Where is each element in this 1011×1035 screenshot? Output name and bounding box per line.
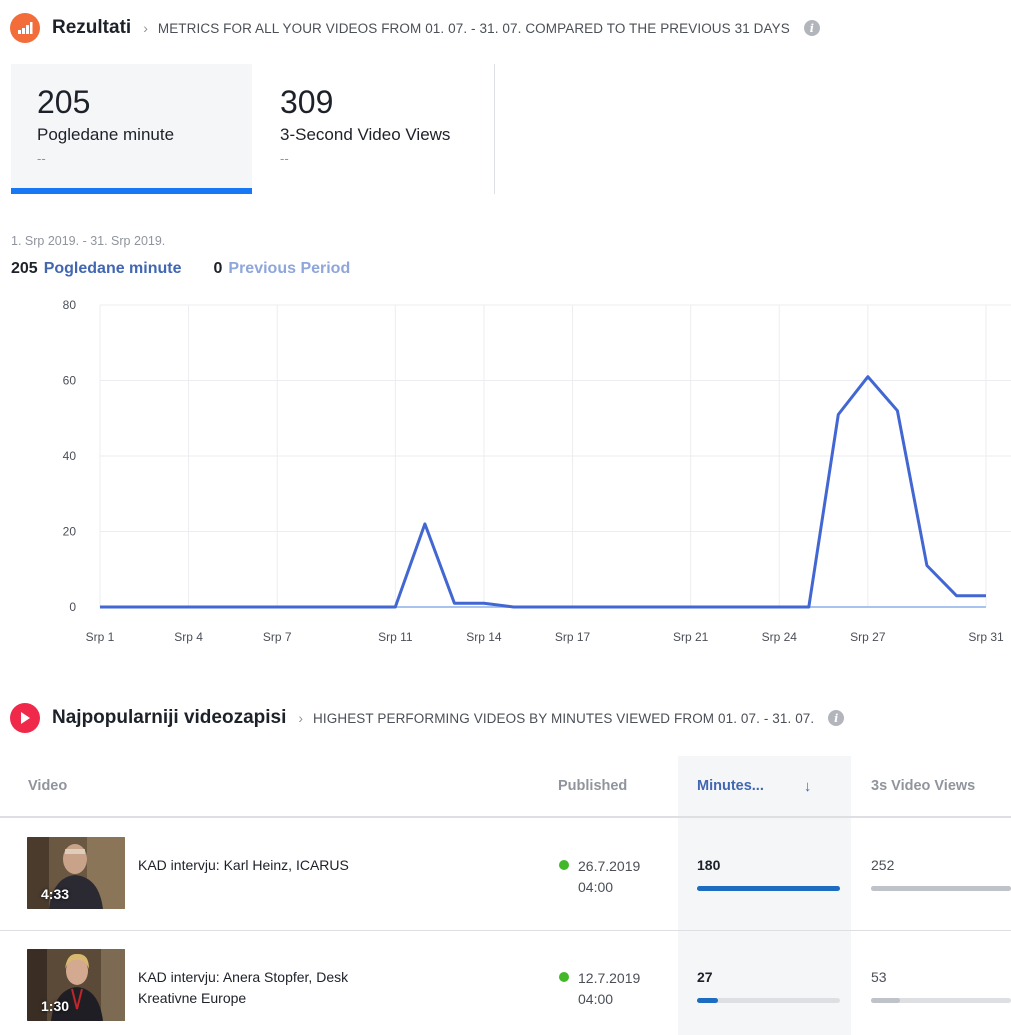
x-tick-label: Srp 17 (555, 630, 591, 644)
x-tick-label: Srp 27 (850, 630, 886, 644)
x-tick-label: Srp 24 (762, 630, 798, 644)
arrow-down-icon: ↓ (803, 777, 812, 795)
y-tick-label: 40 (63, 449, 77, 463)
legend-previous-total: 0 (213, 260, 223, 277)
col-header-views[interactable]: 3s Video Views (871, 756, 975, 816)
views-value: 252 (871, 857, 895, 873)
metric-value: 205 (37, 84, 91, 120)
legend-current-total: 205 (11, 260, 38, 277)
published-date: 26.7.2019 04:00 (559, 856, 640, 898)
video-title[interactable]: KAD intervju: Karl Heinz, ICARUS (138, 855, 398, 876)
info-icon[interactable]: i (803, 20, 820, 36)
chevron-right-icon: › (143, 20, 148, 36)
table-row[interactable]: 1:30 KAD intervju: Anera Stopfer, Desk K… (0, 931, 1011, 1035)
videos-header: Najpopularniji videozapisi › HIGHEST PER… (10, 701, 845, 735)
views-bar (871, 886, 1011, 891)
x-tick-label: Srp 14 (466, 630, 502, 644)
chart-legend: 205 Pogledane minute 0 Previous Period (11, 260, 350, 278)
results-header: Rezultati › METRICS FOR ALL YOUR VIDEOS … (10, 11, 820, 45)
y-tick-label: 80 (63, 298, 77, 312)
views-bar-fill (871, 998, 901, 1003)
views-value: 53 (871, 969, 887, 985)
minutes-bar (697, 998, 840, 1003)
legend-current-label[interactable]: Pogledane minute (44, 260, 182, 278)
published-time: 04:00 (578, 879, 614, 895)
published-date-value: 12.7.2019 (578, 970, 641, 986)
table-header: Video Published Minutes... ↓ 3s Video Vi… (0, 756, 1011, 818)
col-header-minutes-label: Minutes... (697, 778, 764, 794)
chevron-right-icon: › (298, 710, 304, 726)
minutes-bar (697, 886, 840, 891)
videos-subtitle: HIGHEST PERFORMING VIDEOS BY MINUTES VIE… (313, 710, 815, 726)
video-duration: 1:30 (41, 998, 70, 1014)
col-header-minutes[interactable]: Minutes... ↓ (697, 756, 811, 816)
published-date: 12.7.2019 04:00 (559, 968, 640, 1010)
x-tick-label: Srp 1 (86, 630, 115, 644)
minutes-value: 180 (697, 857, 721, 873)
legend-previous-label[interactable]: Previous Period (228, 260, 350, 278)
minutes-bar-fill (697, 886, 840, 891)
x-tick-label: Srp 7 (263, 630, 292, 644)
x-tick-label: Srp 11 (378, 630, 413, 644)
views-bar-fill (871, 886, 1011, 891)
published-status-dot (559, 972, 569, 982)
series-line-current (100, 375, 986, 609)
metric-card-views[interactable]: 309 3-Second Video Views -- (254, 64, 495, 194)
results-subtitle: METRICS FOR ALL YOUR VIDEOS FROM 01. 07.… (157, 20, 790, 36)
video-thumbnail[interactable]: 4:33 (27, 837, 125, 909)
chart-date-range: 1. Srp 2019. - 31. Srp 2019. (11, 234, 166, 248)
published-time: 04:00 (578, 991, 614, 1007)
metric-card-minutes[interactable]: 205 Pogledane minute -- (11, 64, 252, 194)
x-tick-label: Srp 4 (174, 630, 203, 644)
play-icon (10, 703, 40, 733)
video-thumbnail[interactable]: 1:30 (27, 949, 125, 1021)
bar-chart-icon (10, 13, 40, 43)
y-tick-label: 60 (63, 374, 77, 388)
metric-value: 309 (280, 84, 334, 120)
table-row[interactable]: 4:33 KAD intervju: Karl Heinz, ICARUS 26… (0, 819, 1011, 931)
y-tick-label: 0 (69, 600, 76, 614)
metric-compare: -- (37, 151, 46, 166)
videos-title: Najpopularniji videozapisi (52, 707, 287, 728)
metric-compare: -- (280, 151, 289, 166)
minutes-value: 27 (697, 969, 713, 985)
results-title: Rezultati (52, 17, 132, 38)
y-tick-label: 20 (63, 525, 77, 539)
video-title[interactable]: KAD intervju: Anera Stopfer, Desk Kreati… (138, 967, 398, 1009)
minutes-bar-fill (697, 998, 719, 1003)
video-duration: 4:33 (41, 886, 70, 902)
col-header-video[interactable]: Video (28, 756, 67, 816)
minutes-line-chart: 0 20 40 60 80 Srp 1 Srp 4 Srp 7 Srp 11 Srp 14 Srp … (63, 298, 1011, 644)
x-tick-label: Srp 21 (673, 630, 709, 644)
published-status-dot (559, 860, 569, 870)
published-date-value: 26.7.2019 (578, 858, 641, 874)
metric-label: Pogledane minute (37, 125, 175, 144)
col-header-published[interactable]: Published (558, 756, 627, 816)
info-icon[interactable]: i (828, 710, 845, 726)
views-bar (871, 998, 1011, 1003)
x-tick-label: Srp 31 (968, 630, 1004, 644)
metric-label: 3-Second Video Views (280, 125, 451, 144)
